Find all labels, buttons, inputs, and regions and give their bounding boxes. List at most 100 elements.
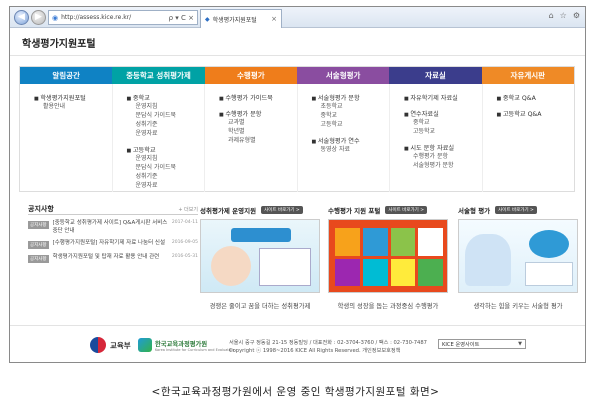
tab-close-icon[interactable]: × (271, 15, 277, 23)
menu-group: 수행평가 가이드북 (219, 93, 297, 102)
menu-group: 서술형평가 연수동영상 자료 (312, 136, 390, 154)
menu-tab[interactable]: 수행평가 (204, 67, 297, 84)
header-divider (10, 55, 585, 56)
menu-item[interactable]: 연수자료실 (404, 109, 482, 118)
menu-subitem[interactable]: 수행평가 문항 (404, 152, 482, 161)
menu-item[interactable]: 서술형평가 연수 (312, 136, 390, 145)
gear-icon[interactable]: ⚙ (573, 11, 580, 20)
notice-list: 공지사항 [중등학교 성취평가제 사이트] Q&A게시판 서비스 중단 안내 201… (28, 220, 198, 263)
menu-subitem[interactable]: 과제유형별 (219, 136, 297, 145)
notice-text[interactable]: [중등학교 성취평가제 사이트] Q&A게시판 서비스 중단 안내 (53, 220, 168, 235)
site-select[interactable]: KICE 운영사이트 ▼ (438, 339, 526, 349)
forward-button[interactable]: ▶ (31, 10, 46, 25)
screen-illustration (259, 248, 311, 286)
panel-image[interactable] (458, 219, 578, 293)
menu-subitem[interactable]: 초등학교 (312, 102, 390, 111)
menu-subitem[interactable]: 중학교 (404, 118, 482, 127)
screen-illustration (525, 262, 573, 286)
tile (335, 228, 360, 256)
site-link-button[interactable]: 사이트 바로가기 > (261, 206, 303, 214)
menu-subitem[interactable]: 서술형평가 문항 (404, 161, 482, 170)
menu-tab[interactable]: 서술형평가 (296, 67, 390, 84)
menu-item[interactable]: 시도 문항 자료실 (404, 143, 482, 152)
tile (390, 258, 416, 286)
menu-subitem[interactable]: 문답식 가이드북 (127, 111, 205, 120)
menu-subitem[interactable]: 학년별 (219, 127, 297, 136)
menu-subitem[interactable]: 성취기준 (127, 172, 205, 181)
menu-subitem[interactable]: 활용안내 (34, 102, 112, 111)
browser-tools: ⌂ ☆ ⚙ (549, 11, 580, 20)
menu-tab[interactable]: 중등학교 성취평가제 (112, 67, 205, 84)
menu-subitem[interactable]: 교과별 (219, 118, 297, 127)
menu-subitem[interactable]: 운영지침 (127, 154, 205, 163)
menu-subitem[interactable]: 운영지침 (127, 102, 205, 111)
menu-item[interactable]: 중학교 Q&A (497, 93, 575, 102)
menu-subitem[interactable]: 동영상 자료 (312, 145, 390, 154)
footer-address: 서울시 중구 정동길 21-15 정동빌딩 / 대표전화 : 02-3704-3… (229, 340, 427, 346)
address-bar[interactable]: ◉ http://assess.kice.re.kr/ ρ ▾ C × (48, 10, 198, 25)
menu-tab[interactable]: 자료실 (389, 67, 482, 84)
notice-badge: 공지사항 (28, 255, 49, 263)
mega-menu: 알림공간중등학교 성취평가제수행평가서술형평가자료실자유게시판 학생평가지원포털… (19, 66, 575, 192)
panel-caption: 학생의 성장을 돕는 과정중심 수행평가 (337, 303, 439, 310)
notice-row[interactable]: 공지사항 [중등학교 성취평가제 사이트] Q&A게시판 서비스 중단 안내 201… (28, 220, 198, 235)
panel-header: 서술형 평가 사이트 바로가기 > (458, 204, 578, 216)
back-button[interactable]: ◀ (14, 10, 29, 25)
browser-tab[interactable]: ◆ 학생평가지원포털 × (200, 9, 282, 28)
panel-image[interactable] (328, 219, 448, 293)
chevron-down-icon: ▼ (518, 341, 522, 347)
kice-logo[interactable]: 한국교육과정평가원 Korea Institute for Curriculum… (138, 338, 234, 352)
banner-shape (231, 228, 291, 242)
menu-group: 중학교운영지침문답식 가이드북성취기준운영자료 (127, 93, 205, 138)
site-link-button[interactable]: 사이트 바로가기 > (385, 206, 427, 214)
menu-item[interactable]: 수행평가 가이드북 (219, 93, 297, 102)
panel-title: 서술형 평가 (458, 207, 491, 215)
notice-text[interactable]: 학생평가지원포털 및 탑재 자료 활용 안내 관련 (53, 254, 168, 262)
home-icon[interactable]: ⌂ (549, 11, 554, 20)
panel-caption: 생각하는 힘을 키우는 서술형 평가 (473, 303, 563, 310)
menu-subitem[interactable]: 성취기준 (127, 120, 205, 129)
notice-title: 공지사항 (28, 205, 54, 213)
menu-group: 서술형평가 문항초등학교중학교고등학교 (312, 93, 390, 129)
menu-column: 중학교 Q&A 고등학교 Q&A (483, 84, 575, 192)
panel-title: 수행평가 지원 포털 (328, 207, 381, 215)
menu-subitem[interactable]: 문답식 가이드북 (127, 163, 205, 172)
menu-item[interactable]: 고등학교 (127, 145, 205, 154)
browser-window: ◀ ▶ ◉ http://assess.kice.re.kr/ ρ ▾ C × … (9, 6, 586, 363)
tile (362, 258, 388, 286)
menu-subitem[interactable]: 운영자료 (127, 181, 205, 190)
notice-text[interactable]: [수행평가지원포털] 자유학기제 자료 나눔터 신설 (53, 240, 168, 248)
moe-logo[interactable]: 교육부 (90, 337, 131, 353)
kice-name-ko: 한국교육과정평가원 (155, 340, 208, 348)
menu-group: 자유학기제 자료실 (404, 93, 482, 102)
notice-row[interactable]: 공지사항 학생평가지원포털 및 탑재 자료 활용 안내 관련 2016-05-31 (28, 254, 198, 263)
tile (362, 228, 388, 256)
notice-row[interactable]: 공지사항 [수행평가지원포털] 자유학기제 자료 나눔터 신설 2016-09-05 (28, 240, 198, 249)
favorites-icon[interactable]: ☆ (560, 11, 567, 20)
menu-item[interactable]: 고등학교 Q&A (497, 109, 575, 118)
menu-subitem[interactable]: 고등학교 (404, 127, 482, 136)
menu-item[interactable]: 학생평가지원포털 (34, 93, 112, 102)
menu-tab[interactable]: 알림공간 (20, 67, 113, 84)
menu-subitem[interactable]: 중학교 (312, 111, 390, 120)
menu-subitem[interactable]: 고등학교 (312, 120, 390, 129)
menu-item[interactable]: 수행평가 문항 (219, 109, 297, 118)
menu-column: 서술형평가 문항초등학교중학교고등학교서술형평가 연수동영상 자료 (298, 84, 390, 192)
menu-item[interactable]: 서술형평가 문항 (312, 93, 390, 102)
tile (418, 258, 443, 286)
site-link-button[interactable]: 사이트 바로가기 > (495, 206, 537, 214)
tab-title: 학생평가지원포털 (212, 16, 257, 24)
bubble-illustration (529, 230, 569, 258)
notice-more-link[interactable]: + 더보기 (178, 206, 198, 213)
figure-caption: <한국교육과정평가원에서 운영 중인 학생평가지원포털 화면> (151, 386, 440, 398)
site-title[interactable]: 학생평가지원포털 (22, 35, 96, 50)
menu-tab[interactable]: 자유게시판 (481, 67, 574, 84)
address-controls[interactable]: ρ ▾ C × (169, 14, 194, 22)
menu-subitem[interactable]: 운영자료 (127, 129, 205, 138)
notice-date: 2016-05-31 (171, 254, 198, 259)
panel-performance: 수행평가 지원 포털 사이트 바로가기 > 학생의 성장을 돕는 과정중심 수행… (328, 204, 448, 316)
panel-image[interactable] (200, 219, 320, 293)
people-illustration (465, 234, 511, 286)
menu-item[interactable]: 자유학기제 자료실 (404, 93, 482, 102)
menu-item[interactable]: 중학교 (127, 93, 205, 102)
